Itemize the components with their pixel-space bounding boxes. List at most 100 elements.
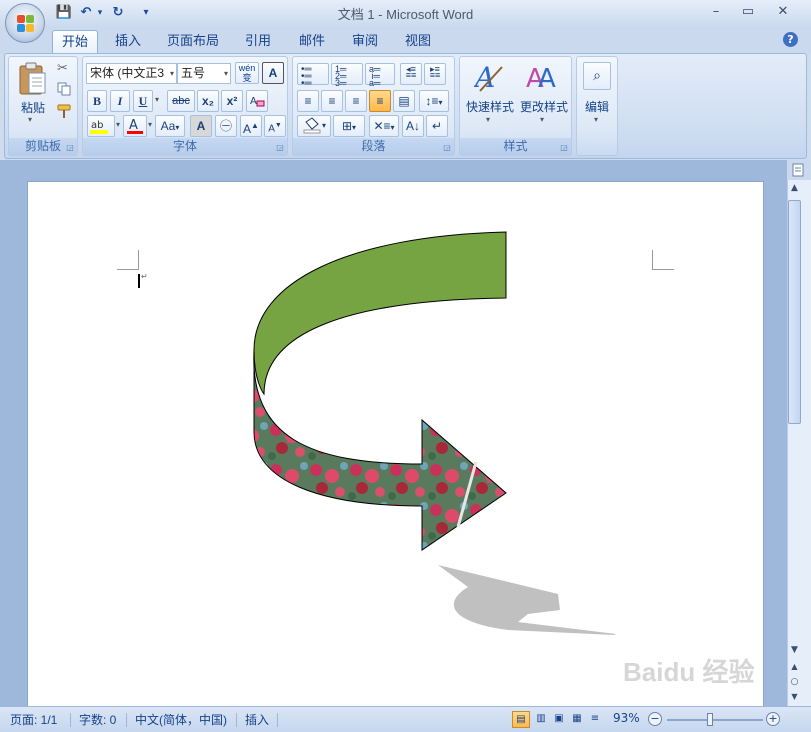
superscript-button[interactable]: x² bbox=[221, 90, 243, 112]
numbering-button[interactable]: 1═ 2═ 3═ bbox=[331, 63, 363, 88]
redo-icon[interactable]: ↻ bbox=[109, 5, 127, 23]
align-left-icon[interactable]: ≡ bbox=[297, 90, 319, 112]
highlight-dropdown-icon[interactable]: ▾ bbox=[116, 120, 120, 129]
clipboard-launcher-icon[interactable]: ◲ bbox=[65, 143, 75, 153]
bold-button[interactable]: B bbox=[87, 90, 107, 112]
print-layout-view-icon[interactable]: ▤ bbox=[512, 711, 530, 728]
chinese-layout-button[interactable]: ✕≡▾ bbox=[369, 115, 399, 137]
font-color-button[interactable]: A bbox=[123, 115, 147, 137]
align-center-icon[interactable]: ≡ bbox=[321, 90, 343, 112]
character-border-button[interactable]: A bbox=[262, 62, 284, 84]
status-words[interactable]: 字数: 0 bbox=[79, 711, 116, 729]
status-page[interactable]: 页面: 1/1 bbox=[10, 711, 57, 729]
browse-object-icon[interactable]: ○ bbox=[788, 677, 801, 687]
scroll-down-icon[interactable]: ▼ bbox=[788, 645, 801, 659]
copy-icon[interactable] bbox=[57, 82, 73, 98]
tab-home[interactable]: 开始 bbox=[52, 30, 98, 54]
tab-review[interactable]: 审阅 bbox=[343, 30, 387, 54]
tab-insert[interactable]: 插入 bbox=[106, 30, 150, 54]
zoom-out-icon[interactable]: − bbox=[648, 712, 662, 726]
tab-page-layout[interactable]: 页面布局 bbox=[160, 30, 226, 54]
change-styles-icon[interactable]: AA bbox=[526, 61, 560, 94]
change-styles-dropdown-icon[interactable]: ▾ bbox=[540, 115, 544, 124]
undo-dropdown-icon[interactable]: ▾ bbox=[95, 8, 105, 26]
document-page[interactable]: ↵ Baidu 经验 bbox=[27, 181, 764, 711]
help-icon[interactable]: ? bbox=[783, 32, 798, 47]
draft-view-icon[interactable]: ≡ bbox=[586, 711, 604, 728]
previous-page-icon[interactable]: ▲ bbox=[788, 662, 801, 671]
full-screen-reading-icon[interactable]: ▥ bbox=[532, 711, 550, 728]
minimize-button[interactable]: – bbox=[703, 4, 729, 22]
editing-button[interactable]: 编辑 bbox=[577, 98, 617, 115]
quick-styles-dropdown-icon[interactable]: ▾ bbox=[486, 115, 490, 124]
borders-button[interactable]: ⊞▾ bbox=[333, 115, 365, 137]
zoom-slider[interactable] bbox=[667, 719, 763, 721]
baidu-watermark: Baidu 经验 bbox=[623, 657, 755, 687]
underline-dropdown-icon[interactable]: ▾ bbox=[155, 95, 159, 104]
restore-button[interactable]: ▭ bbox=[735, 4, 761, 22]
show-formatting-icon[interactable]: ↵ bbox=[426, 115, 448, 137]
arrow-green-band[interactable] bbox=[253, 231, 507, 396]
scrollbar-thumb[interactable] bbox=[788, 200, 801, 424]
next-page-icon[interactable]: ▼ bbox=[788, 692, 801, 701]
justify-icon[interactable]: ≡ bbox=[369, 90, 391, 112]
grow-font-button[interactable]: A▲ bbox=[240, 115, 262, 137]
binoculars-icon[interactable]: ⌕ bbox=[583, 62, 611, 90]
quick-styles-icon[interactable]: A bbox=[472, 61, 504, 94]
arrow-picture-band[interactable] bbox=[253, 349, 507, 551]
subscript-button[interactable]: x₂ bbox=[197, 90, 219, 112]
clear-formatting-icon[interactable]: A bbox=[246, 90, 268, 112]
cut-icon[interactable]: ✂ bbox=[57, 61, 73, 77]
font-name-combo[interactable]: 宋体 (中文正3 ▾ bbox=[86, 63, 177, 84]
paste-button[interactable]: 粘贴 bbox=[13, 99, 53, 116]
tab-references[interactable]: 引用 bbox=[236, 30, 280, 54]
font-color-dropdown-icon[interactable]: ▾ bbox=[148, 120, 152, 129]
web-layout-icon[interactable]: ▣ bbox=[550, 711, 568, 728]
character-shading-button[interactable]: A bbox=[190, 115, 212, 137]
bullets-button[interactable]: •═ •═ •═ bbox=[297, 63, 329, 89]
undo-icon[interactable]: ↶ bbox=[77, 5, 95, 23]
strikethrough-button[interactable]: abc bbox=[167, 90, 195, 112]
enclose-characters-button[interactable]: ㊀ bbox=[215, 115, 237, 137]
line-spacing-button[interactable]: ↕≡▾ bbox=[419, 90, 449, 112]
save-icon[interactable]: 💾 bbox=[54, 5, 74, 23]
svg-text:ab: ab bbox=[91, 120, 103, 131]
grow-font-label: A bbox=[243, 122, 252, 136]
align-right-icon[interactable]: ≡ bbox=[345, 90, 367, 112]
text-highlight-button[interactable]: ab bbox=[87, 115, 115, 137]
status-insert-mode[interactable]: 插入 bbox=[245, 711, 269, 729]
format-painter-icon[interactable] bbox=[56, 103, 74, 119]
quick-styles-button[interactable]: 快速样式 bbox=[462, 98, 518, 115]
phonetic-guide-button[interactable]: wén 变 bbox=[235, 62, 259, 84]
tab-view[interactable]: 视图 bbox=[396, 30, 440, 54]
underline-button[interactable]: U bbox=[133, 90, 153, 112]
distributed-icon[interactable]: ▤ bbox=[393, 90, 415, 112]
styles-launcher-icon[interactable]: ◲ bbox=[559, 143, 569, 153]
paragraph-launcher-icon[interactable]: ◲ bbox=[442, 143, 452, 153]
shrink-font-button[interactable]: A▼ bbox=[264, 115, 286, 137]
close-button[interactable]: ✕ bbox=[770, 4, 796, 22]
zoom-level[interactable]: 93% bbox=[613, 711, 640, 725]
shading-button[interactable]: ▾ bbox=[297, 115, 331, 137]
multilevel-list-button[interactable]: a═ i═ a═ bbox=[365, 63, 395, 88]
ruler-toggle-icon[interactable] bbox=[787, 160, 811, 180]
paste-icon[interactable] bbox=[17, 61, 47, 99]
outline-view-icon[interactable]: ▦ bbox=[568, 711, 586, 728]
status-language[interactable]: 中文(简体，中国) bbox=[135, 711, 227, 729]
change-styles-button[interactable]: 更改样式 bbox=[516, 98, 572, 115]
scroll-up-icon[interactable]: ▲ bbox=[788, 183, 801, 197]
italic-button[interactable]: I bbox=[110, 90, 130, 112]
zoom-slider-thumb[interactable] bbox=[707, 713, 713, 726]
decrease-indent-icon[interactable]: ◂≡ ≡≡ bbox=[400, 63, 422, 85]
zoom-in-icon[interactable]: + bbox=[766, 712, 780, 726]
office-button[interactable] bbox=[5, 3, 45, 43]
font-launcher-icon[interactable]: ◲ bbox=[275, 143, 285, 153]
paste-dropdown-icon[interactable]: ▾ bbox=[28, 115, 32, 124]
sort-icon[interactable]: A↓ bbox=[402, 115, 424, 137]
customize-qat-icon[interactable]: ▾ bbox=[140, 7, 152, 25]
tab-mailings[interactable]: 邮件 bbox=[290, 30, 334, 54]
editing-dropdown-icon[interactable]: ▾ bbox=[594, 115, 598, 124]
increase-indent-icon[interactable]: ▸≡ ≡≡ bbox=[424, 63, 446, 85]
change-case-button[interactable]: Aa▾ bbox=[155, 115, 185, 137]
font-size-combo[interactable]: 五号 ▾ bbox=[177, 63, 231, 84]
